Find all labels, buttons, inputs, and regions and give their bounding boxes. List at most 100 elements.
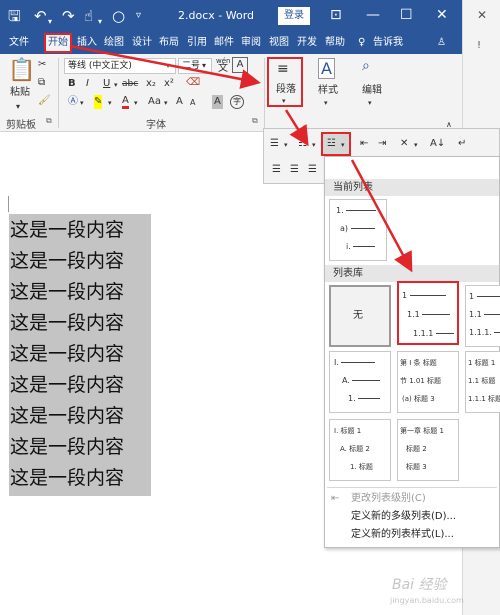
edit-label[interactable]: 编辑	[362, 84, 382, 98]
paste-icon[interactable]: 📋	[8, 58, 35, 83]
doc-paragraph[interactable]: 这是一段内容	[10, 432, 124, 463]
underline-button[interactable]: U	[103, 77, 110, 91]
doc-paragraph[interactable]: 这是一段内容	[10, 215, 124, 246]
change-case-button[interactable]: Aa	[148, 95, 161, 109]
format-painter-icon[interactable]: 🖌	[38, 94, 51, 108]
align-right-icon[interactable]: ☰	[308, 163, 317, 177]
show-marks-icon[interactable]: ↵	[458, 137, 466, 151]
font-launcher-icon[interactable]: ⧉	[252, 116, 258, 126]
font-size-dropdown-icon[interactable]: ▾	[202, 59, 206, 73]
doc-paragraph[interactable]: 这是一段内容	[10, 463, 124, 494]
close-icon[interactable]: ✕	[436, 6, 448, 24]
circle-icon[interactable]: ○	[112, 6, 125, 26]
shrink-font-icon[interactable]: A	[190, 96, 195, 110]
bullets-icon[interactable]: ☰	[270, 137, 279, 151]
undo-icon[interactable]: ↶	[34, 6, 47, 26]
tab-review[interactable]: 审阅	[240, 35, 262, 51]
list-option-roman-heading[interactable]: I. 标题 1 A. 标题 2 1. 标题	[329, 419, 391, 481]
increase-indent-icon[interactable]: ⇥	[378, 137, 386, 151]
chinese-layout-icon[interactable]: ✕	[400, 137, 408, 151]
style-label[interactable]: 样式	[318, 84, 338, 98]
paragraph-button[interactable]: ≡ 段落 ▾	[267, 57, 303, 107]
chinese-layout-dropdown-icon[interactable]: ▾	[414, 138, 418, 152]
list-option-numbered-dotted[interactable]: 1 1.1 1.1.1.	[465, 285, 500, 347]
highlight-icon[interactable]: ✎	[94, 95, 103, 109]
font-name-box[interactable]: 等线 (中文正文)	[64, 58, 176, 74]
save-icon[interactable]: 🖫	[8, 6, 21, 26]
align-left-icon[interactable]: ☰	[272, 163, 281, 177]
doc-paragraph[interactable]: 这是一段内容	[10, 246, 124, 277]
list-option-article-section[interactable]: 第 I 条 标题 节 1.01 标题 (a) 标题 3	[397, 351, 459, 413]
superscript-button[interactable]: x²	[164, 77, 174, 91]
character-border-button[interactable]: A	[232, 57, 248, 73]
share-icon[interactable]: ♙	[436, 35, 447, 51]
tab-layout[interactable]: 布局	[158, 35, 180, 51]
tab-home[interactable]: 开始	[44, 33, 72, 53]
numbering-dropdown-icon[interactable]: ▾	[312, 138, 316, 152]
tab-insert[interactable]: 插入	[76, 35, 98, 51]
tab-view[interactable]: 视图	[268, 35, 290, 51]
touch-dropdown-icon[interactable]: ▾	[98, 12, 102, 32]
tab-mailings[interactable]: 邮件	[213, 35, 235, 51]
tab-developer[interactable]: 开发	[296, 35, 318, 51]
edit-dropdown-icon[interactable]: ▾	[368, 96, 372, 110]
character-shading-button[interactable]: A	[212, 95, 223, 109]
define-multilevel-list-item[interactable]: 定义新的多级列表(D)...	[351, 509, 456, 525]
font-size-box[interactable]: 二号	[178, 58, 212, 74]
tab-help[interactable]: 帮助	[324, 35, 346, 51]
define-list-style-item[interactable]: 定义新的列表样式(L)...	[351, 527, 454, 543]
clipboard-launcher-icon[interactable]: ⧉	[46, 116, 52, 126]
italic-button[interactable]: I	[86, 77, 89, 91]
enclose-characters-button[interactable]: 字	[230, 95, 244, 109]
multilevel-list-button[interactable]: ☳ ▾	[321, 132, 351, 156]
doc-paragraph[interactable]: 这是一段内容	[10, 339, 124, 370]
clear-formatting-icon[interactable]: ⌫	[186, 76, 200, 90]
doc-paragraph[interactable]: 这是一段内容	[10, 401, 124, 432]
list-option-roman[interactable]: I. A. 1.	[329, 351, 391, 413]
tab-design[interactable]: 设计	[131, 35, 153, 51]
minimize-icon[interactable]: —	[366, 6, 380, 24]
font-color-dropdown-icon[interactable]: ▾	[134, 96, 138, 110]
decrease-indent-icon[interactable]: ⇤	[360, 137, 368, 151]
copy-icon[interactable]: ⧉	[38, 76, 45, 90]
phonetic-guide-char[interactable]: 文	[218, 62, 228, 76]
change-list-level-item[interactable]: 更改列表级别(C)	[351, 491, 426, 507]
doc-paragraph[interactable]: 这是一段内容	[10, 370, 124, 401]
tab-references[interactable]: 引用	[186, 35, 208, 51]
touch-mode-icon[interactable]: ☝	[84, 6, 93, 26]
change-case-dropdown-icon[interactable]: ▾	[164, 96, 168, 110]
maximize-icon[interactable]: ☐	[400, 6, 413, 24]
ribbon-display-icon[interactable]: ⊡	[330, 6, 342, 24]
doc-paragraph[interactable]: 这是一段内容	[10, 277, 124, 308]
lightbulb-icon[interactable]: ♀	[357, 35, 366, 51]
current-list-thumbnail[interactable]: 1. a) i.	[329, 199, 387, 261]
undo-dropdown-icon[interactable]: ▾	[48, 12, 52, 32]
redo-icon[interactable]: ↷	[62, 6, 75, 26]
subscript-button[interactable]: x₂	[146, 77, 156, 91]
styles-icon[interactable]: A	[318, 58, 335, 79]
bold-button[interactable]: B	[68, 77, 76, 91]
list-option-numbered-heading[interactable]: 1 标题 1 1.1 标题 1.1.1 标题	[465, 351, 500, 413]
tab-tell-me[interactable]: 告诉我	[372, 35, 404, 51]
tab-file[interactable]: 文件	[8, 35, 30, 51]
paste-label[interactable]: 粘贴	[10, 86, 30, 100]
find-icon[interactable]: ⌕	[362, 58, 370, 74]
style-dropdown-icon[interactable]: ▾	[324, 96, 328, 110]
list-option-numbered-multilevel[interactable]: 1 1.1 1.1.1	[397, 281, 459, 345]
customize-toolbar-icon[interactable]: ▿	[136, 6, 141, 26]
doc-paragraph[interactable]: 这是一段内容	[10, 308, 124, 339]
paste-dropdown-icon[interactable]: ▾	[16, 100, 20, 114]
font-color-icon[interactable]: A	[122, 95, 129, 109]
text-effects-icon[interactable]: Ⓐ	[68, 95, 78, 109]
sort-icon[interactable]: A↓	[430, 137, 445, 151]
login-button[interactable]: 登录	[278, 7, 310, 25]
grow-font-icon[interactable]: A	[176, 95, 183, 109]
align-center-icon[interactable]: ☰	[290, 163, 299, 177]
font-name-dropdown-icon[interactable]: ▾	[166, 59, 170, 73]
underline-dropdown-icon[interactable]: ▾	[114, 78, 118, 92]
tab-draw[interactable]: 绘图	[103, 35, 125, 51]
cut-icon[interactable]: ✂	[38, 58, 46, 72]
list-none-option[interactable]: 无	[329, 285, 391, 347]
text-effects-dropdown-icon[interactable]: ▾	[80, 96, 84, 110]
numbering-icon[interactable]: ☷	[298, 137, 307, 151]
